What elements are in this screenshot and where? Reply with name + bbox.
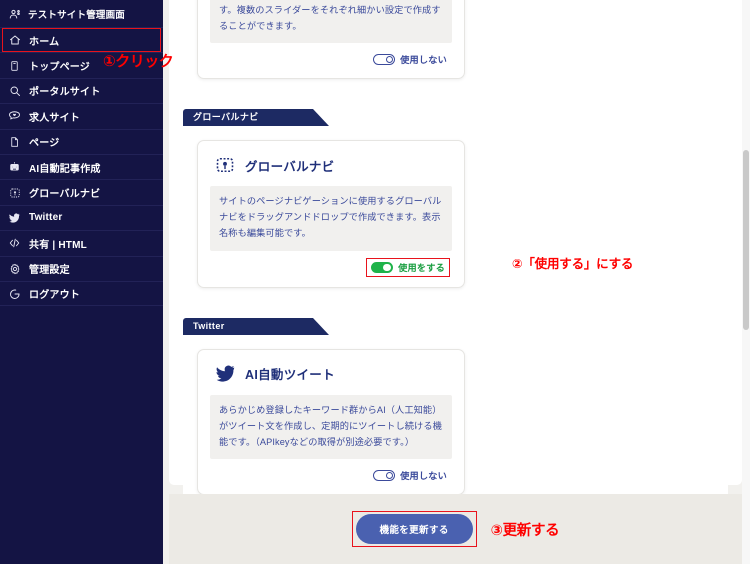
card-description: 好きな場所に画像や動画のスライダーを表示できます。複数のスライダーをそれぞれ細か… [210, 0, 452, 44]
card-description: あらかじめ登録したキーワード群からAI（人工知能）がツイート文を作成し、定期的に… [210, 394, 452, 460]
document-icon [8, 135, 21, 148]
feature-card-global-nav: グローバルナビ サイトのページナビゲーションに使用するグローバルナビをドラッグア… [197, 140, 633, 288]
card-description: サイトのページナビゲーションに使用するグローバルナビをドラッグアンドドロップで作… [210, 186, 452, 251]
card-footer: 使用しない [210, 459, 452, 486]
scrollbar-thumb[interactable] [743, 150, 749, 330]
footer-action-bar: 機能を更新する ③更新する [169, 494, 742, 564]
section-header-twitter: Twitter [183, 317, 329, 335]
sidebar-menu: ホーム トップページ ポータルサイト 求人サイト ページ AI自動記事作成 グロ… [0, 27, 163, 307]
section-header-global-nav: グローバルナビ [183, 109, 329, 127]
sidebar-brand: テストサイト管理画面 [0, 0, 163, 27]
search-icon [8, 84, 21, 97]
card-title: グローバルナビ [245, 159, 335, 174]
sidebar-item-label: AI自動記事作成 [29, 163, 101, 175]
update-features-button[interactable]: 機能を更新する [355, 514, 473, 544]
feature-card-slider: 好きな場所に画像や動画のスライダーを表示できます。複数のスライダーをそれぞれ細か… [197, 0, 465, 80]
toggle-switch-on-icon [371, 261, 394, 274]
update-button-highlight: 機能を更新する [351, 511, 477, 547]
sidebar-item-job-site[interactable]: 求人サイト [0, 103, 163, 128]
feature-toggle-global-nav[interactable]: 使用をする [366, 257, 450, 277]
sidebar-item-admin-settings[interactable]: 管理設定 [0, 255, 163, 281]
toggle-label: 使用しない [400, 471, 447, 482]
toggle-switch-off-icon [373, 469, 396, 482]
robot-icon [8, 161, 21, 174]
annotation-step-2: ②「使用する」にする [512, 256, 634, 271]
gear-icon [8, 262, 21, 275]
sidebar-item-ai-article[interactable]: AI自動記事作成 [0, 153, 163, 179]
sidebar-item-label: 共有 | HTML [29, 239, 87, 251]
toggle-label: 使用しない [400, 55, 447, 66]
card-footer: 使用しない [210, 43, 452, 70]
annotation-step-3: ③更新する [490, 522, 560, 539]
page-icon [8, 59, 21, 72]
section-body-global-nav: グローバルナビ サイトのページナビゲーションに使用するグローバルナビをドラッグア… [183, 126, 728, 302]
twitter-icon [8, 211, 21, 224]
section-global-nav: グローバルナビ グローバルナビ サイトのページナビゲーションに使用するグローバル… [183, 107, 728, 302]
sidebar-item-label: 管理設定 [29, 265, 70, 277]
sidebar-item-top-page[interactable]: トップページ [0, 52, 163, 77]
sidebar-item-twitter[interactable]: Twitter [0, 204, 163, 230]
sidebar-item-label: ポータルサイト [29, 87, 101, 99]
heart-chat-icon [8, 110, 21, 123]
card-header: AI自動ツイート [210, 361, 452, 395]
card-title: AI自動ツイート [245, 368, 335, 383]
sidebar-item-logout[interactable]: ログアウト [0, 280, 163, 307]
feature-toggle-slider[interactable]: 使用しない [370, 50, 450, 68]
sidebar-item-portal-site[interactable]: ポータルサイト [0, 77, 163, 103]
logout-icon [8, 287, 21, 300]
home-icon [8, 34, 21, 47]
sidebar-item-label: ホーム [29, 36, 60, 48]
code-icon [8, 237, 21, 250]
toggle-switch-off-icon [373, 53, 396, 66]
admin-screen: テストサイト管理画面 ホーム トップページ ポータルサイト 求人サイト ページ … [0, 0, 750, 564]
person-icon [8, 7, 21, 20]
section-slider-partial: 好きな場所に画像や動画のスライダーを表示できます。複数のスライダーをそれぞれ細か… [183, 0, 728, 94]
sidebar-brand-label: テストサイト管理画面 [28, 9, 126, 21]
twitter-icon [214, 363, 236, 385]
sidebar-item-label: 求人サイト [29, 112, 80, 124]
sidebar-item-label: ログアウト [29, 290, 80, 302]
sidebar: テストサイト管理画面 ホーム トップページ ポータルサイト 求人サイト ページ … [0, 0, 174, 564]
feature-toggle-ai-tweet[interactable]: 使用しない [370, 466, 450, 484]
card-header: グローバルナビ [210, 152, 452, 186]
features-panel: 好きな場所に画像や動画のスライダーを表示できます。複数のスライダーをそれぞれ細か… [169, 0, 742, 510]
dragdrop-icon [214, 154, 236, 176]
sidebar-item-label: グローバルナビ [29, 189, 101, 201]
sidebar-item-label: トップページ [29, 62, 90, 74]
sidebar-item-pages[interactable]: ページ [0, 128, 163, 154]
sidebar-item-global-nav[interactable]: グローバルナビ [0, 179, 163, 204]
dragdrop-icon [8, 186, 21, 199]
section-twitter: Twitter AI自動ツイート あらかじめ登録したキーワード群からAI（人工知… [183, 316, 728, 510]
sidebar-item-label: Twitter [29, 212, 63, 224]
sidebar-item-label: ページ [29, 138, 60, 150]
toggle-label: 使用をする [398, 263, 445, 274]
card-footer: 使用をする ②「使用する」にする [210, 251, 633, 279]
section-body-twitter: AI自動ツイート あらかじめ登録したキーワード群からAI（人工知能）がツイート文… [183, 334, 728, 510]
feature-card-ai-tweet: AI自動ツイート あらかじめ登録したキーワード群からAI（人工知能）がツイート文… [197, 348, 465, 496]
sidebar-item-share-html[interactable]: 共有 | HTML [0, 230, 163, 255]
main-content: 好きな場所に画像や動画のスライダーを表示できます。複数のスライダーをそれぞれ細か… [163, 0, 750, 564]
sidebar-item-home[interactable]: ホーム [0, 27, 163, 53]
